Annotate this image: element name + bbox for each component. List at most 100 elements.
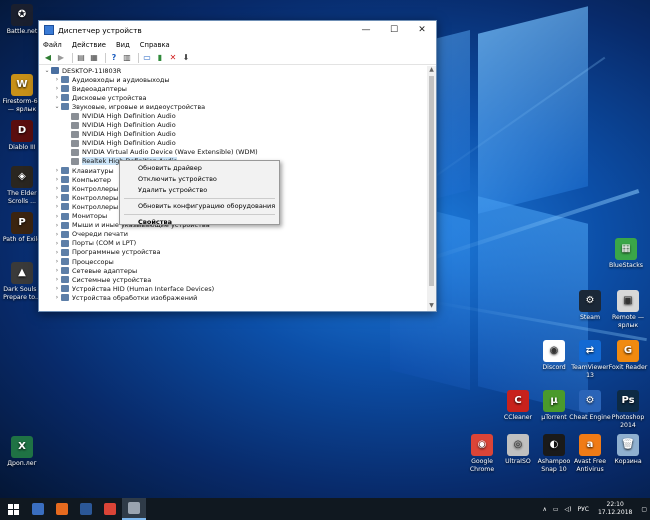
menu-view[interactable]: Вид (116, 41, 130, 49)
taskbar-word[interactable] (74, 498, 98, 520)
device-category-icon (71, 148, 79, 156)
expand-chevron-icon[interactable]: › (53, 240, 61, 247)
expand-chevron-icon[interactable]: › (53, 194, 61, 201)
desktop-shortcut-label: Дроп.лег (7, 460, 37, 467)
tree-item[interactable]: › Системные устройства (43, 275, 427, 284)
expand-chevron-icon[interactable]: › (53, 76, 61, 83)
window-titlebar[interactable]: Диспетчер устройств — ☐ ✕ (39, 21, 436, 39)
disable-device-icon[interactable]: ⬇ (181, 53, 191, 63)
expand-chevron-icon[interactable]: › (53, 231, 61, 238)
start-button[interactable] (0, 498, 26, 520)
scrollbar-thumb[interactable] (429, 76, 434, 286)
expand-chevron-icon[interactable]: › (53, 294, 61, 301)
expand-chevron-icon[interactable]: › (53, 167, 61, 174)
expand-chevron-icon[interactable]: › (53, 276, 61, 283)
expand-chevron-icon[interactable]: › (53, 222, 61, 229)
remote-shortcut-icon: ▣ (617, 290, 639, 312)
tree-item[interactable]: NVIDIA Virtual Audio Device (Wave Extens… (43, 148, 427, 157)
menu-disable-device[interactable]: Отключить устройство (120, 174, 279, 185)
desktop-shortcut[interactable]: ▣ Remote — ярлык (606, 290, 650, 329)
elder-scrolls-icon: ◈ (11, 166, 33, 188)
tree-item[interactable]: › Дисковые устройства (43, 93, 427, 102)
device-list-icon[interactable]: ▦ (89, 53, 99, 63)
tree-item-label: NVIDIA High Definition Audio (82, 112, 176, 121)
scroll-up-icon[interactable]: ▲ (427, 66, 436, 75)
minimize-button[interactable]: — (352, 21, 380, 39)
desktop-shortcut[interactable]: X Дроп.лег (0, 436, 44, 468)
desktop-shortcut[interactable]: 🗑 Корзина (606, 434, 650, 466)
expand-chevron-icon[interactable]: › (53, 213, 61, 220)
tree-item-label: Клавиатуры (72, 166, 114, 175)
tree-root[interactable]: ⌄ DESKTOP-11I803R (43, 66, 427, 75)
expand-chevron-icon[interactable]: › (53, 267, 61, 274)
language-indicator[interactable]: РУС (578, 506, 589, 513)
vertical-scrollbar[interactable]: ▲ ▼ (427, 66, 436, 311)
menu-file[interactable]: Файл (43, 41, 62, 49)
help-icon[interactable]: ? (109, 53, 119, 63)
scroll-down-icon[interactable]: ▼ (427, 302, 436, 311)
expand-chevron-icon[interactable]: › (53, 258, 61, 265)
collapse-chevron-icon[interactable]: ⌄ (43, 67, 51, 74)
tree-item[interactable]: › Устройства обработки изображений (43, 293, 427, 302)
desktop-shortcut-label: Remote — ярлык (611, 314, 645, 329)
device-category-icon (61, 267, 69, 275)
tree-item[interactable]: NVIDIA High Definition Audio (43, 130, 427, 139)
maximize-button[interactable]: ☐ (380, 21, 408, 39)
expand-chevron-icon[interactable]: › (53, 94, 61, 101)
volume-icon[interactable]: ◁) (565, 506, 572, 513)
scan-hardware-icon[interactable]: ▭ (142, 53, 152, 63)
tree-item[interactable]: ⌄ Звуковые, игровые и видеоустройства (43, 102, 427, 111)
tree-item[interactable]: › Очереди печати (43, 230, 427, 239)
tree-item[interactable]: NVIDIA High Definition Audio (43, 139, 427, 148)
tree-item[interactable]: › Устройства HID (Human Interface Devices… (43, 284, 427, 293)
taskbar-save-app[interactable] (26, 498, 50, 520)
back-arrow-icon[interactable]: ◀ (43, 53, 53, 63)
expand-chevron-icon[interactable]: › (53, 185, 61, 192)
clock[interactable]: 22:10 17.12.2018 (598, 501, 632, 517)
forward-arrow-icon[interactable]: ▶ (56, 53, 66, 63)
tree-item[interactable]: › Видеоадаптеры (43, 84, 427, 93)
tree-item[interactable]: › Сетевые адаптеры (43, 266, 427, 275)
expand-chevron-icon[interactable]: › (53, 85, 61, 92)
notifications-icon[interactable]: ▢ (641, 506, 647, 513)
properties-icon[interactable]: ▥ (122, 53, 132, 63)
taskbar-device-manager[interactable] (122, 498, 146, 520)
network-icon[interactable]: ▭ (553, 506, 559, 513)
device-category-icon (61, 103, 69, 111)
uninstall-device-icon[interactable]: ✕ (168, 53, 178, 63)
menu-help[interactable]: Справка (140, 41, 170, 49)
tree-item[interactable]: NVIDIA High Definition Audio (43, 111, 427, 120)
device-category-icon (61, 285, 69, 293)
tree-item-label: NVIDIA Virtual Audio Device (Wave Extens… (82, 148, 258, 157)
tray-expand-icon[interactable]: ∧ (542, 506, 546, 513)
tree-item[interactable]: › Порты (COM и LPT) (43, 239, 427, 248)
tree-item[interactable]: › Процессоры (43, 257, 427, 266)
tree-item-label: Сетевые адаптеры (72, 266, 138, 275)
close-button[interactable]: ✕ (408, 21, 436, 39)
update-driver-icon[interactable]: ▮ (155, 53, 165, 63)
tree-item[interactable]: › Программные устройства (43, 248, 427, 257)
collapse-chevron-icon[interactable]: ⌄ (53, 103, 61, 110)
device-category-icon (61, 239, 69, 247)
menu-properties[interactable]: Свойства (120, 217, 279, 228)
expand-chevron-icon[interactable]: › (53, 249, 61, 256)
desktop-shortcut[interactable]: ▦ BlueStacks (604, 238, 648, 270)
desktop-shortcut[interactable]: Ps Photoshop 2014 (606, 390, 650, 429)
menu-scan-hardware[interactable]: Обновить конфигурацию оборудования (120, 201, 279, 212)
cheat-engine-icon: ⚙ (579, 390, 601, 412)
tree-item[interactable]: NVIDIA High Definition Audio (43, 121, 427, 130)
taskbar-chrome[interactable] (98, 498, 122, 520)
expand-chevron-icon[interactable]: › (53, 176, 61, 183)
tree-item[interactable]: › Аудиовходы и аудиовыходы (43, 75, 427, 84)
firestorm-icon: W (11, 74, 33, 96)
menu-update-driver[interactable]: Обновить драйвер (120, 163, 279, 174)
taskbar-firefox[interactable] (50, 498, 74, 520)
menu-uninstall-device[interactable]: Удалить устройство (120, 185, 279, 196)
show-hide-tree-icon[interactable]: ▤ (76, 53, 86, 63)
desktop-shortcut-label: Foxit Reader (608, 364, 648, 371)
expand-chevron-icon[interactable]: › (53, 203, 61, 210)
desktop-shortcut[interactable]: G Foxit Reader (606, 340, 650, 372)
menu-action[interactable]: Действие (72, 41, 106, 49)
device-category-icon (61, 203, 69, 211)
expand-chevron-icon[interactable]: › (53, 285, 61, 292)
